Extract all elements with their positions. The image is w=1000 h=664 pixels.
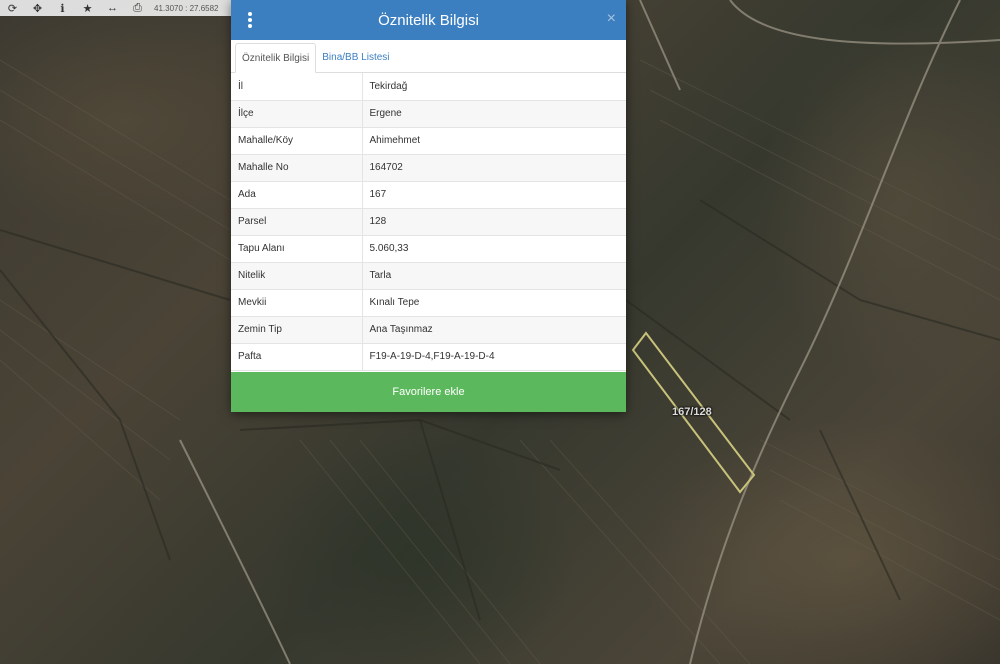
info-icon[interactable]: ℹ [50,0,75,16]
attribute-dialog: Öznitelik Bilgisi × Öznitelik Bilgisi Bi… [231,0,626,412]
attribute-value: Ahimehmet [362,127,626,155]
map-toolbar: ⟳ ✥ ℹ ★ ↔ ⎙ 41.3070 : 27.6582 [0,0,232,16]
table-row: Zemin Tip Ana Taşınmaz [231,316,626,344]
print-icon[interactable]: ⎙ [125,0,150,16]
add-to-favorites-button[interactable]: Favorilere ekle [231,372,626,412]
attribute-value: Tekirdağ [362,73,626,101]
attribute-key: Mahalle/Köy [231,127,363,155]
dialog-tabs: Öznitelik Bilgisi Bina/BB Listesi [231,40,626,73]
attribute-key: İlçe [231,100,363,128]
attribute-key: Nitelik [231,262,363,290]
crosshair-icon[interactable]: ✥ [25,0,50,16]
attribute-value: Kınalı Tepe [362,289,626,317]
attribute-value: Ergene [362,100,626,128]
table-row: Tapu Alanı 5.060,33 [231,235,626,263]
attribute-value: 167 [362,181,626,209]
kebab-menu-icon[interactable] [245,12,255,28]
table-row: İl Tekirdağ [231,73,626,101]
star-icon[interactable]: ★ [75,0,100,16]
attribute-value: Tarla [362,262,626,290]
attribute-table: İl Tekirdağ İlçe Ergene Mahalle/Köy Ahimehmet… [231,73,626,371]
table-row: Mahalle No 164702 [231,154,626,182]
dialog-title: Öznitelik Bilgisi [378,11,479,29]
attribute-key: Parsel [231,208,363,236]
table-row: İlçe Ergene [231,100,626,128]
attribute-value: 164702 [362,154,626,182]
table-row: Ada 167 [231,181,626,209]
measure-icon[interactable]: ↔ [100,0,125,16]
tab-attribute-info[interactable]: Öznitelik Bilgisi [235,43,317,73]
table-row: Mevkii Kınalı Tepe [231,289,626,317]
attribute-value: Ana Taşınmaz [362,316,626,344]
refresh-icon[interactable]: ⟳ [0,0,25,16]
attribute-key: Mevkii [231,289,363,317]
table-row: Pafta F19-A-19-D-4,F19-A-19-D-4 [231,343,626,371]
attribute-key: Tapu Alanı [231,235,363,263]
table-row: Nitelik Tarla [231,262,626,290]
attribute-key: Pafta [231,343,363,371]
parcel-label[interactable]: 167/128 [672,406,712,418]
table-row: Parsel 128 [231,208,626,236]
attribute-value: F19-A-19-D-4,F19-A-19-D-4 [362,343,626,371]
table-row: Mahalle/Köy Ahimehmet [231,127,626,155]
coordinate-readout: 41.3070 : 27.6582 [154,3,219,13]
tab-building-list[interactable]: Bina/BB Listesi [316,42,395,72]
attribute-key: İl [231,73,363,101]
attribute-value: 128 [362,208,626,236]
close-icon[interactable]: × [607,10,616,28]
attribute-key: Mahalle No [231,154,363,182]
dialog-header: Öznitelik Bilgisi × [231,0,626,40]
attribute-key: Zemin Tip [231,316,363,344]
attribute-key: Ada [231,181,363,209]
attribute-value: 5.060,33 [362,235,626,263]
